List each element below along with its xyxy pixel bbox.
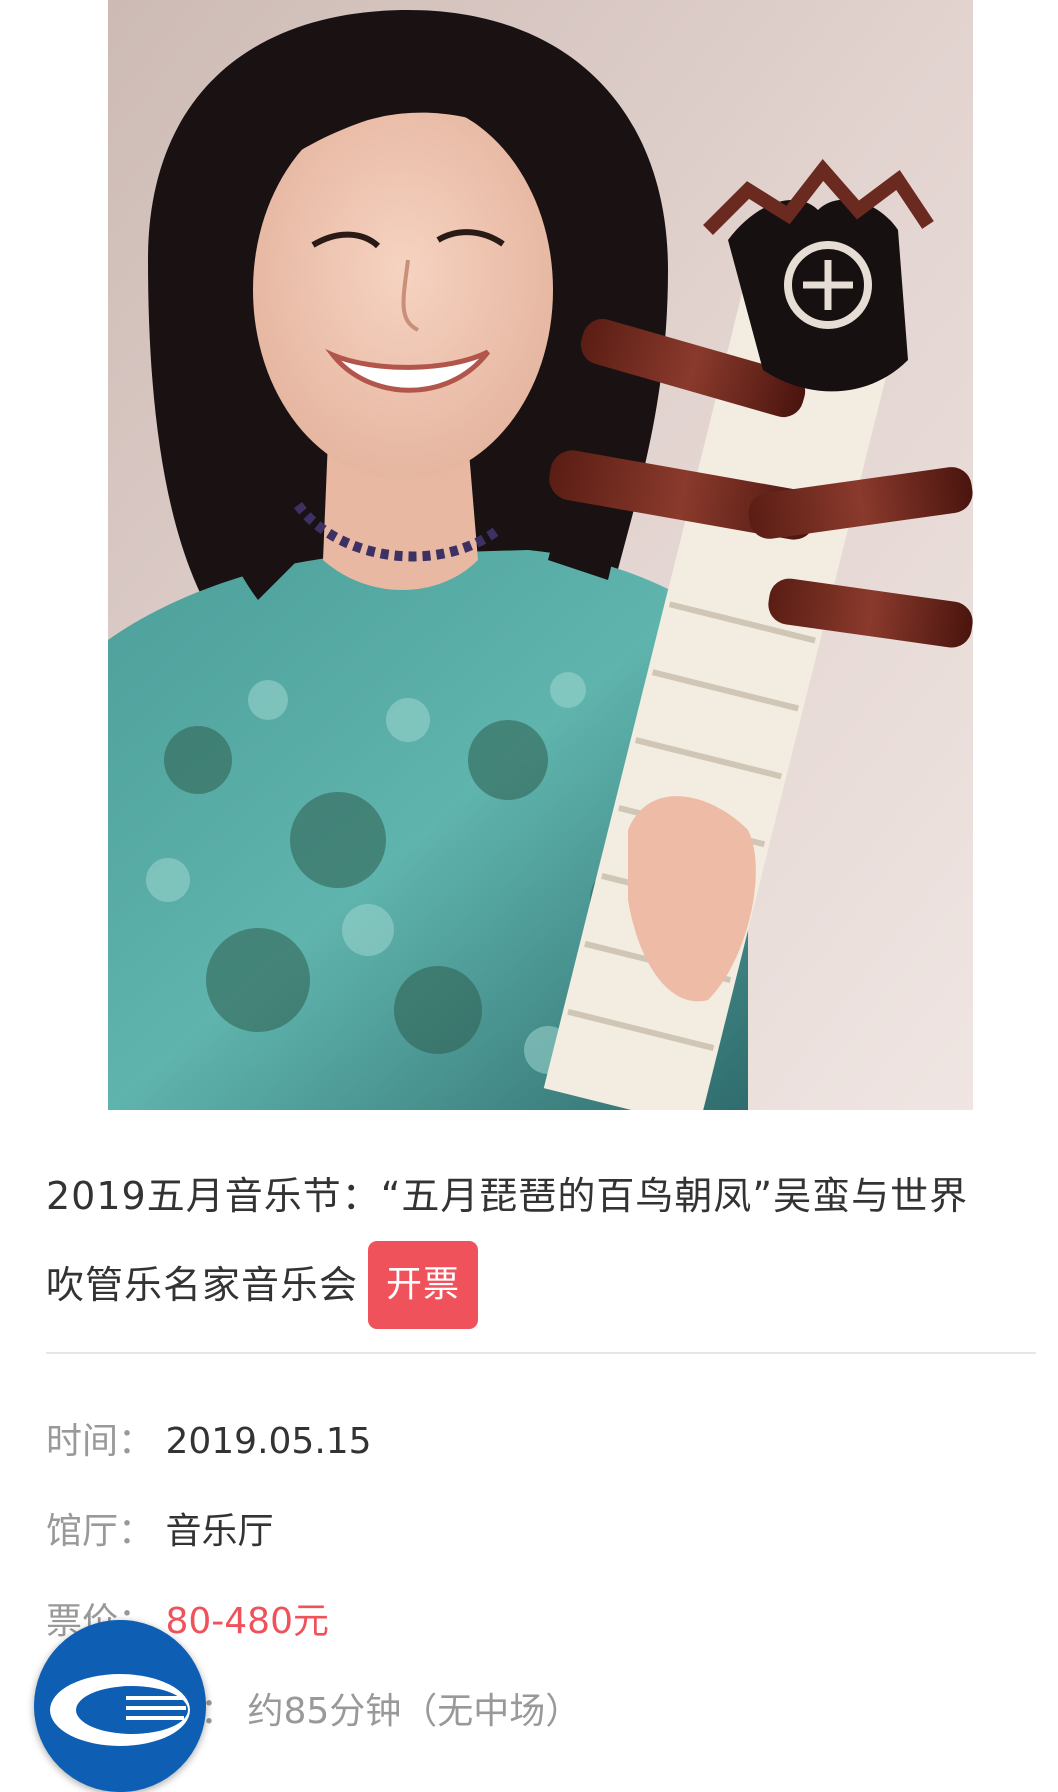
venue-logo-icon[interactable] [34,1620,206,1792]
info-row-time: 时间： 2019.05.15 [46,1417,372,1467]
duration-value: 约85分钟（无中场） [247,1691,582,1732]
price-value: 80-480元 [165,1601,329,1642]
performer-photo [108,0,973,1110]
time-label: 时间： [46,1421,155,1462]
ticket-status-badge[interactable]: 开票 [368,1241,479,1329]
event-title-line2-wrap: 吹管乐名家音乐会 开票 [46,1241,1036,1330]
event-title-line2: 吹管乐名家音乐会 [46,1263,359,1307]
event-detail-page: 2019五月音乐节：“五月琵琶的百鸟朝凤”吴蛮与世界 吹管乐名家音乐会 开票 时间… [0,0,1058,1792]
event-title-line1: 2019五月音乐节：“五月琵琶的百鸟朝凤”吴蛮与世界 [46,1174,969,1218]
hall-value: 音乐厅 [165,1511,274,1552]
info-row-duration: ： 约85分钟（无中场） [200,1687,581,1737]
hall-label: 馆厅： [46,1511,155,1552]
info-row-hall: 馆厅： 音乐厅 [46,1507,273,1557]
time-value: 2019.05.15 [165,1421,372,1462]
event-title: 2019五月音乐节：“五月琵琶的百鸟朝凤”吴蛮与世界 吹管乐名家音乐会 开票 [46,1152,1036,1330]
section-divider [46,1352,1036,1354]
